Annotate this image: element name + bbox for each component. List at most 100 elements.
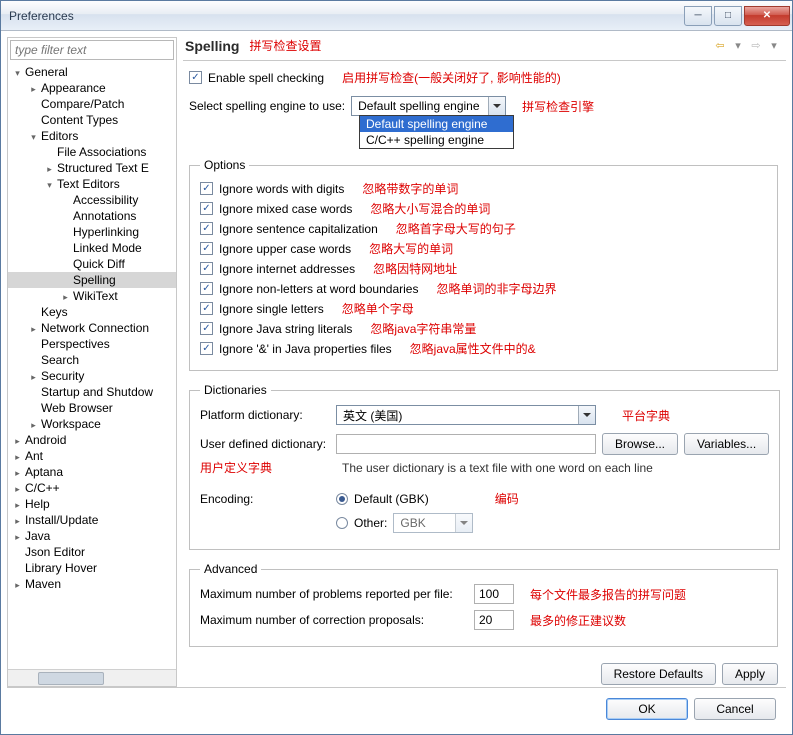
encoding-default-radio[interactable] — [336, 493, 348, 505]
max-proposals-label: Maximum number of correction proposals: — [200, 613, 468, 627]
tree-item[interactable]: ▾Text Editors — [8, 176, 176, 192]
back-icon[interactable]: ⇦ — [712, 38, 728, 54]
option-label: Ignore '&' in Java properties files — [219, 342, 392, 356]
max-proposals-input[interactable] — [474, 610, 514, 630]
tree-item[interactable]: ▾General — [8, 64, 176, 80]
tree-item[interactable]: Web Browser — [8, 400, 176, 416]
encoding-label: Encoding: — [200, 492, 330, 506]
user-dict-annotation: 用户定义字典 — [200, 459, 330, 476]
engine-option-default[interactable]: Default spelling engine — [360, 116, 513, 132]
restore-defaults-button[interactable]: Restore Defaults — [601, 663, 716, 685]
option-annotation: 忽略java属性文件中的& — [410, 340, 536, 357]
tree-item[interactable]: Quick Diff — [8, 256, 176, 272]
option-checkbox[interactable] — [200, 282, 213, 295]
tree-item[interactable]: Library Hover — [8, 560, 176, 576]
tree-item[interactable]: Spelling — [8, 272, 176, 288]
settings-header: Spelling 拼写检查设置 ⇦ ▾ ⇨ ▾ — [183, 37, 786, 61]
forward-icon: ⇨ — [748, 38, 764, 54]
tree-item[interactable]: ▸Structured Text E — [8, 160, 176, 176]
forward-menu-icon[interactable]: ▾ — [766, 38, 782, 54]
max-problems-input[interactable] — [474, 584, 514, 604]
option-checkbox[interactable] — [200, 302, 213, 315]
enable-spellcheck-label: Enable spell checking — [208, 71, 324, 85]
engine-combo[interactable]: Default spelling engine — [351, 96, 506, 116]
platform-dict-combo[interactable]: 英文 (美国) — [336, 405, 596, 425]
option-checkbox[interactable] — [200, 242, 213, 255]
option-checkbox[interactable] — [200, 262, 213, 275]
engine-dropdown[interactable]: Default spelling engine C/C++ spelling e… — [359, 115, 514, 149]
max-problems-annotation: 每个文件最多报告的拼写问题 — [530, 586, 686, 603]
tree-item[interactable]: ▸C/C++ — [8, 480, 176, 496]
ok-button[interactable]: OK — [606, 698, 688, 720]
user-dict-note: The user dictionary is a text file with … — [342, 461, 653, 475]
tree-item[interactable]: Content Types — [8, 112, 176, 128]
close-button[interactable]: ✕ — [744, 6, 790, 26]
category-panel: ▾General▸AppearanceCompare/PatchContent … — [7, 37, 177, 687]
advanced-group: Advanced Maximum number of problems repo… — [189, 562, 778, 647]
maximize-button[interactable]: □ — [714, 6, 742, 26]
option-label: Ignore words with digits — [219, 182, 344, 196]
tree-item[interactable]: ▸Java — [8, 528, 176, 544]
engine-option-cpp[interactable]: C/C++ spelling engine — [360, 132, 513, 148]
option-checkbox[interactable] — [200, 182, 213, 195]
option-checkbox[interactable] — [200, 202, 213, 215]
tree-item[interactable]: Compare/Patch — [8, 96, 176, 112]
titlebar: Preferences ─ □ ✕ — [1, 1, 792, 31]
option-annotation: 忽略单词的非字母边界 — [436, 280, 556, 297]
option-checkbox[interactable] — [200, 222, 213, 235]
enable-spellcheck-annotation: 启用拼写检查(一般关闭好了, 影响性能的) — [342, 69, 561, 86]
tree-item[interactable]: ▸Install/Update — [8, 512, 176, 528]
tree-item[interactable]: Linked Mode — [8, 240, 176, 256]
tree-item[interactable]: Startup and Shutdow — [8, 384, 176, 400]
engine-label: Select spelling engine to use: — [189, 99, 345, 113]
encoding-other-radio[interactable] — [336, 517, 348, 529]
tree-item[interactable]: ▸Android — [8, 432, 176, 448]
option-annotation: 忽略首字母大写的句子 — [396, 220, 516, 237]
tree-item[interactable]: ▸Help — [8, 496, 176, 512]
page-title-annotation: 拼写检查设置 — [249, 37, 321, 54]
variables-button[interactable]: Variables... — [684, 433, 769, 455]
option-checkbox[interactable] — [200, 322, 213, 335]
filter-input[interactable] — [10, 40, 174, 60]
option-label: Ignore Java string literals — [219, 322, 352, 336]
browse-button[interactable]: Browse... — [602, 433, 678, 455]
engine-annotation: 拼写检查引擎 — [522, 98, 594, 115]
window-controls: ─ □ ✕ — [682, 6, 790, 26]
nav-icons: ⇦ ▾ ⇨ ▾ — [712, 38, 782, 54]
option-checkbox[interactable] — [200, 342, 213, 355]
option-label: Ignore non-letters at word boundaries — [219, 282, 418, 296]
tree-item[interactable]: ▾Editors — [8, 128, 176, 144]
tree-item[interactable]: ▸Ant — [8, 448, 176, 464]
tree-item[interactable]: Accessibility — [8, 192, 176, 208]
option-annotation: 忽略因特网地址 — [373, 260, 457, 277]
option-annotation: 忽略单个字母 — [342, 300, 414, 317]
tree-item[interactable]: ▸Network Connection — [8, 320, 176, 336]
tree-item[interactable]: Annotations — [8, 208, 176, 224]
enable-spellcheck-checkbox[interactable] — [189, 71, 202, 84]
tree-item[interactable]: ▸Workspace — [8, 416, 176, 432]
advanced-legend: Advanced — [200, 562, 261, 576]
encoding-other-label: Other: — [354, 516, 387, 530]
tree-item[interactable]: Hyperlinking — [8, 224, 176, 240]
category-tree[interactable]: ▾General▸AppearanceCompare/PatchContent … — [8, 62, 176, 669]
user-dict-input[interactable] — [336, 434, 596, 454]
option-annotation: 忽略大小写混合的单词 — [370, 200, 490, 217]
back-menu-icon[interactable]: ▾ — [730, 38, 746, 54]
tree-item[interactable]: ▸WikiText — [8, 288, 176, 304]
tree-item[interactable]: Keys — [8, 304, 176, 320]
tree-item[interactable]: File Associations — [8, 144, 176, 160]
tree-item[interactable]: ▸Maven — [8, 576, 176, 592]
option-annotation: 忽略带数字的单词 — [362, 180, 458, 197]
tree-item[interactable]: ▸Aptana — [8, 464, 176, 480]
tree-item[interactable]: Perspectives — [8, 336, 176, 352]
tree-item[interactable]: ▸Appearance — [8, 80, 176, 96]
tree-item[interactable]: ▸Security — [8, 368, 176, 384]
tree-item[interactable]: Json Editor — [8, 544, 176, 560]
settings-panel: Spelling 拼写检查设置 ⇦ ▾ ⇨ ▾ Enable spell che… — [183, 37, 786, 687]
tree-item[interactable]: Search — [8, 352, 176, 368]
horizontal-scrollbar[interactable] — [8, 669, 176, 686]
apply-button[interactable]: Apply — [722, 663, 778, 685]
cancel-button[interactable]: Cancel — [694, 698, 776, 720]
minimize-button[interactable]: ─ — [684, 6, 712, 26]
encoding-other-combo[interactable]: GBK — [393, 513, 473, 533]
